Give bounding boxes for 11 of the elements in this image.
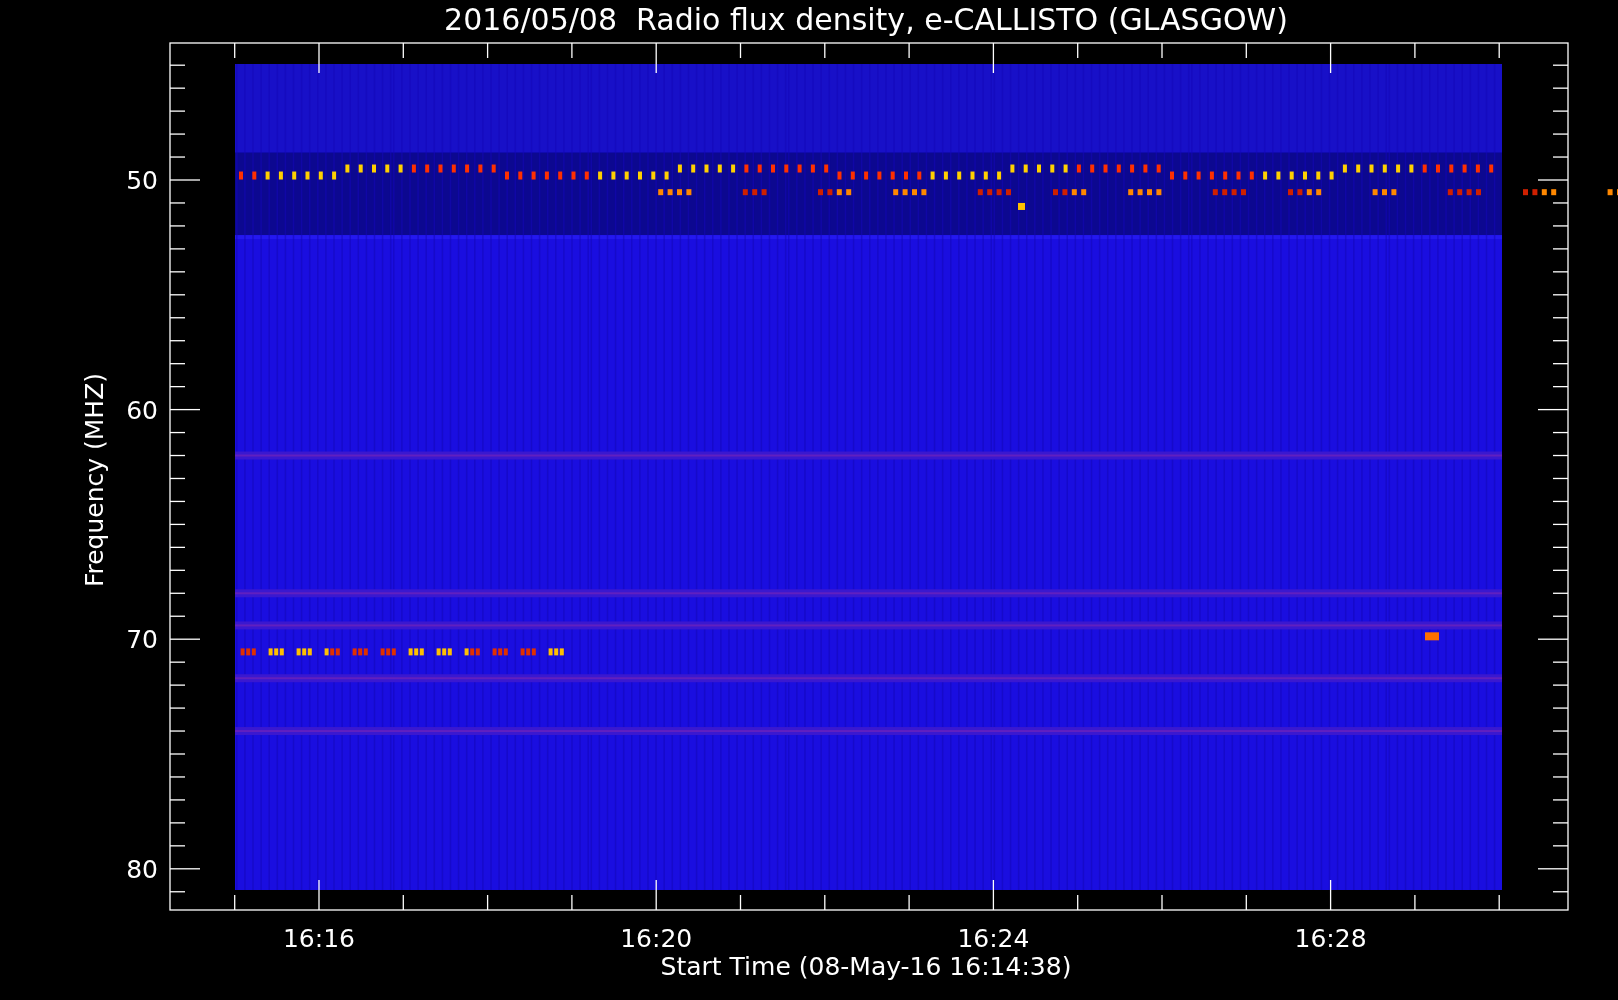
plot-title: 2016/05/08 Radio flux density, e-CALLISTO (GLASGOW) — [444, 2, 1288, 37]
tick-label: 70 — [126, 625, 158, 655]
tick-label: 16:16 — [283, 924, 355, 953]
tick-label: 16:20 — [620, 924, 693, 953]
tick-label: 80 — [126, 854, 158, 884]
tick-label: 60 — [126, 395, 158, 425]
tick-label: 50 — [126, 166, 158, 195]
axis-label: Frequency (MHZ) — [80, 372, 109, 588]
tick-label: 16:24 — [957, 924, 1030, 953]
axis-label: Start Time (08-May-16 16:14:38) — [660, 952, 1072, 981]
tick-label: 16:28 — [1294, 924, 1367, 953]
